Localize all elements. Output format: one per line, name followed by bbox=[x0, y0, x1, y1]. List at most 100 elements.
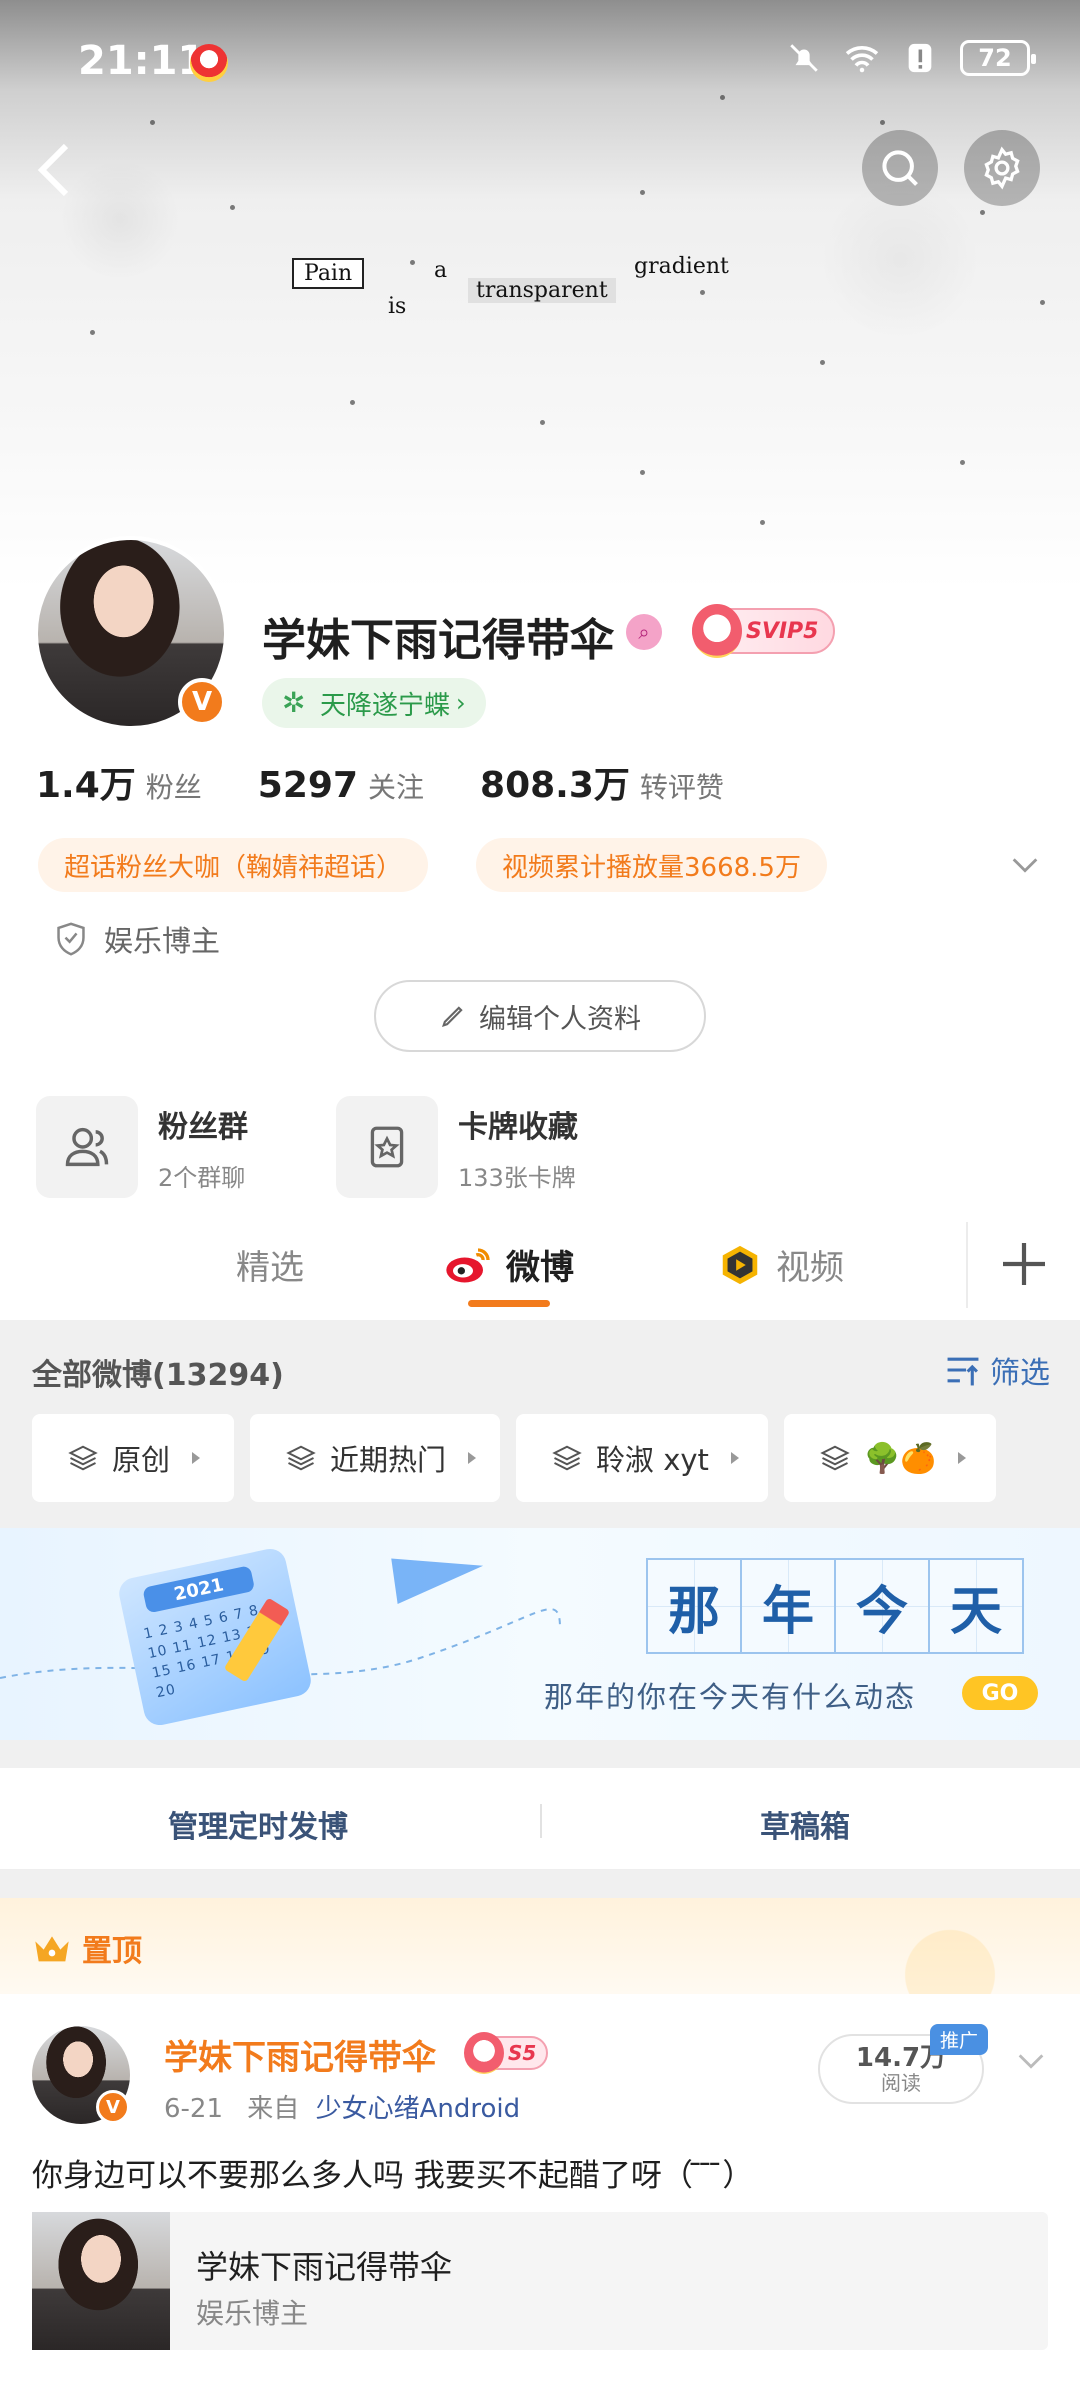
chevron-right-icon: › bbox=[456, 689, 466, 717]
chip-topic[interactable]: 聆淑 xyt bbox=[516, 1414, 768, 1502]
section-gap bbox=[0, 1870, 1080, 1898]
drafts-button[interactable]: 草稿箱 bbox=[760, 1802, 850, 1846]
alert-icon bbox=[902, 40, 938, 76]
cover-quote-word: a bbox=[434, 258, 448, 283]
member-level-badge[interactable]: S5 bbox=[463, 2032, 549, 2074]
card-icon bbox=[336, 1096, 438, 1198]
fan-group-entry[interactable]: 粉丝群 2个群聊 bbox=[36, 1096, 248, 1198]
post-text: 你身边可以不要那么多人吗 我要买不起醋了呀（ ̄ ̄ ̄） bbox=[32, 2158, 754, 2194]
post-from-prefix: 来自 bbox=[247, 2094, 300, 2124]
following-label[interactable]: 关注 bbox=[368, 766, 424, 806]
video-icon bbox=[722, 1245, 758, 1284]
card-thumbnail bbox=[32, 2212, 170, 2350]
verified-badge-icon: V bbox=[178, 678, 226, 726]
chip-emoji[interactable]: 🌳🍊 bbox=[784, 1414, 996, 1502]
post-date: 6-21 bbox=[164, 2094, 224, 2124]
crown-icon bbox=[35, 1936, 69, 1962]
expand-chevron-icon[interactable] bbox=[1008, 848, 1042, 882]
promote-tag[interactable]: 推广 bbox=[930, 2024, 989, 2055]
wifi-icon bbox=[844, 40, 880, 76]
cover-quote-word: is bbox=[388, 294, 407, 319]
profile-stats: 1.4万 粉丝 5297 关注 808.3万 转评赞 bbox=[36, 756, 780, 808]
layers-icon bbox=[68, 1445, 98, 1471]
edit-profile-button[interactable]: 编辑个人资料 bbox=[374, 980, 706, 1052]
post-author-name[interactable]: 学妹下雨记得带伞 bbox=[164, 2030, 436, 2079]
gear-icon bbox=[984, 146, 1020, 190]
search-badge-icon[interactable]: ⌕ bbox=[626, 614, 662, 650]
people-icon bbox=[36, 1096, 138, 1198]
verify-label: 娱乐博主 bbox=[104, 924, 221, 958]
search-icon bbox=[882, 150, 918, 186]
manage-row: 管理定时发博 草稿箱 bbox=[0, 1768, 1080, 1870]
linked-card[interactable]: 学妹下雨记得带伞 娱乐博主 bbox=[32, 2212, 1048, 2350]
cover-quote-word: Pain bbox=[292, 258, 365, 289]
followers-count[interactable]: 1.4万 bbox=[36, 756, 136, 808]
feature-title: 卡牌收藏 bbox=[458, 1109, 578, 1145]
fan-tag[interactable]: 超话粉丝大咖（鞠婧祎超话） bbox=[38, 838, 429, 892]
status-time: 21:11 bbox=[78, 38, 206, 84]
layers-icon bbox=[286, 1445, 316, 1471]
search-button[interactable] bbox=[862, 130, 938, 206]
layers-icon bbox=[820, 1445, 850, 1471]
chip-original[interactable]: 原创 bbox=[32, 1414, 234, 1502]
interactions-label: 转评赞 bbox=[639, 771, 724, 804]
pinned-header: 置顶 bbox=[0, 1898, 1080, 1994]
chaohua-link[interactable]: ✲ 天降遂宁蝶 › bbox=[262, 678, 486, 728]
feature-sub: 2个群聊 bbox=[158, 1163, 246, 1192]
chaohua-icon: ✲ bbox=[282, 686, 306, 719]
divider bbox=[540, 1804, 542, 1838]
profile-name: 学妹下雨记得带伞 bbox=[262, 615, 614, 666]
read-label: 阅读 bbox=[881, 2071, 921, 2095]
scheduled-posts-button[interactable]: 管理定时发博 bbox=[168, 1802, 348, 1846]
back-button[interactable] bbox=[34, 140, 94, 200]
battery-indicator: 72 bbox=[960, 40, 1036, 76]
verify-row: 娱乐博主 bbox=[54, 918, 220, 960]
settings-button[interactable] bbox=[964, 130, 1040, 206]
add-tab-icon[interactable] bbox=[996, 1236, 1052, 1292]
followers-label[interactable]: 粉丝 bbox=[146, 766, 202, 806]
banner-title: 那 年 今 天 bbox=[646, 1558, 1024, 1654]
feature-sub: 133张卡牌 bbox=[458, 1163, 576, 1192]
svip-badge[interactable]: SVIP5 bbox=[692, 604, 835, 658]
all-weibo-count: 全部微博(13294) bbox=[32, 1358, 284, 1393]
tab-divider bbox=[966, 1222, 968, 1308]
clown-hat-icon bbox=[692, 604, 742, 658]
chaohua-label: 天降遂宁蝶 bbox=[320, 690, 451, 721]
crown-watermark bbox=[870, 1898, 1030, 1994]
filter-icon bbox=[947, 1357, 979, 1386]
go-button[interactable]: GO bbox=[962, 1676, 1038, 1710]
banner-subtitle: 那年的你在今天有什么动态 bbox=[544, 1680, 917, 1714]
tab-featured[interactable]: 精选 bbox=[236, 1240, 304, 1289]
section-gap bbox=[0, 1740, 1080, 1768]
cover-quote-word: gradient bbox=[634, 254, 729, 279]
layers-icon bbox=[552, 1445, 582, 1471]
interactions-count: 808.3万 bbox=[480, 765, 630, 806]
card-collection-entry[interactable]: 卡牌收藏 133张卡牌 bbox=[336, 1096, 578, 1198]
profile-tabs: 精选 微博 视频 bbox=[0, 1212, 1080, 1320]
bell-muted-icon bbox=[786, 40, 822, 76]
post-source[interactable]: 少女心绪Android bbox=[316, 2094, 521, 2124]
pinned-label: 置顶 bbox=[32, 1926, 142, 1970]
filter-button[interactable]: 筛选 bbox=[944, 1348, 1050, 1392]
status-icons: 72 bbox=[786, 40, 1036, 76]
chevron-left-icon bbox=[37, 143, 69, 197]
memories-banner[interactable]: 2021 1 2 3 4 5 6 7 8 9 10 11 12 13 14 15… bbox=[0, 1528, 1080, 1740]
profile-cover: Pain is a transparent gradient bbox=[0, 0, 1080, 590]
card-subtitle: 娱乐博主 bbox=[196, 2297, 309, 2330]
pencil-icon bbox=[442, 1006, 463, 1027]
card-title: 学妹下雨记得带伞 bbox=[196, 2248, 453, 2286]
weibo-filter-zone: 全部微博(13294) 筛选 原创 近期热门 聆淑 xyt 🌳🍊 bbox=[0, 1320, 1080, 1528]
post-meta: 6-21 来自 少女心绪Android bbox=[164, 2088, 520, 2125]
notification-app-icon bbox=[190, 44, 228, 82]
tab-weibo[interactable]: 微博 bbox=[442, 1240, 574, 1289]
shield-icon bbox=[57, 922, 85, 956]
verified-badge-icon: V bbox=[96, 2090, 130, 2124]
following-count[interactable]: 5297 bbox=[258, 765, 358, 806]
feature-title: 粉丝群 bbox=[158, 1109, 248, 1145]
cover-quote-word: transparent bbox=[468, 278, 616, 303]
chip-recent-hot[interactable]: 近期热门 bbox=[250, 1414, 500, 1502]
post-menu-chevron-icon[interactable] bbox=[1014, 2044, 1048, 2078]
tab-video[interactable]: 视频 bbox=[716, 1240, 844, 1289]
weibo-logo-icon bbox=[446, 1247, 490, 1282]
video-plays-tag[interactable]: 视频累计播放量3668.5万 bbox=[476, 838, 827, 892]
